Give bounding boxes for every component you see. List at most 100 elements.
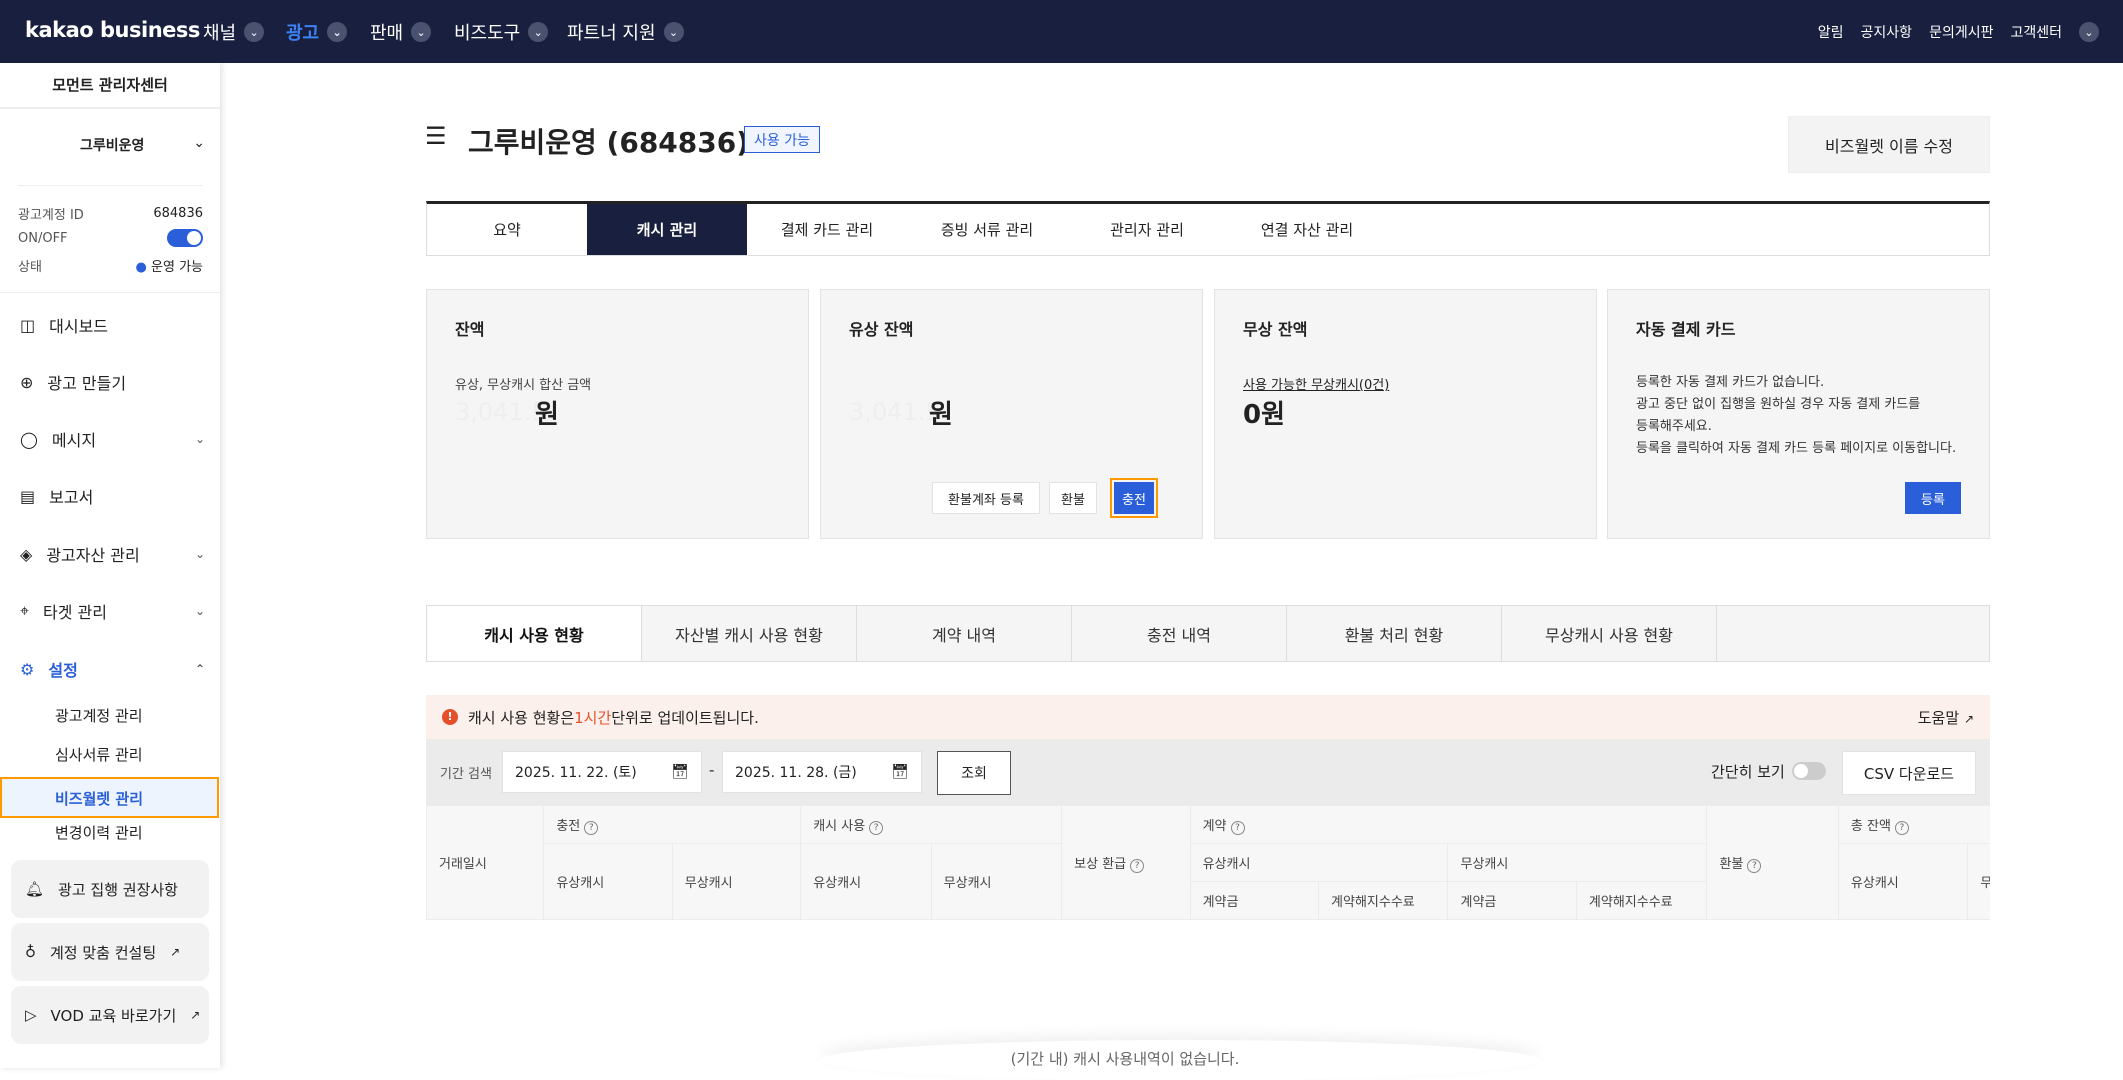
- top-navigation-bar: kakao business 채널 ⌄ 광고 ⌄ 판매 ⌄ 비즈도구 ⌄ 파트너 지원 ⌄…: [0, 0, 2123, 63]
- link-notifications[interactable]: 알림: [1818, 22, 1844, 42]
- nav-biztools[interactable]: 비즈도구 ⌄: [454, 19, 549, 45]
- subtab-contracts[interactable]: 계약 내역: [857, 606, 1072, 661]
- chevron-down-icon: ⌄: [663, 22, 684, 42]
- card-title: 유상 잔액: [849, 320, 914, 339]
- search-button[interactable]: 조회: [937, 751, 1011, 795]
- auto-payment-card: 자동 결제 카드 등록한 자동 결제 카드가 없습니다. 광고 중단 없이 집행을…: [1607, 289, 1990, 539]
- nav-partner[interactable]: 파트너 지원 ⌄: [567, 19, 684, 45]
- nav-label: 판매: [370, 23, 404, 44]
- help-icon[interactable]: ?: [584, 820, 599, 835]
- nav-ad[interactable]: 광고 ⌄: [286, 19, 348, 45]
- card-vod-education[interactable]: ▷ VOD 교육 바로가기 ↗: [11, 986, 209, 1044]
- menu-report[interactable]: ▤ 보고서: [20, 484, 205, 508]
- refund-button[interactable]: 환불: [1049, 482, 1097, 514]
- chevron-down-icon[interactable]: ⌄: [2079, 22, 2099, 42]
- account-id-label: 광고계정 ID: [18, 208, 84, 223]
- menu-message[interactable]: ◯ 메시지 ⌄: [20, 427, 205, 451]
- nav-label: 파트너 지원: [567, 23, 656, 44]
- external-link-icon: ↗: [190, 1008, 201, 1022]
- menu-target[interactable]: ⌖ 타겟 관리 ⌄: [20, 599, 205, 623]
- chevron-up-icon: ⌃: [194, 662, 205, 676]
- balance-card: 잔액 유상, 무상캐시 합산 금액 3,041.5 원: [426, 289, 809, 539]
- register-card-button[interactable]: 등록: [1905, 482, 1961, 514]
- menu-ad-assets[interactable]: ◈ 광고자산 관리 ⌄: [20, 542, 205, 566]
- subtab-charges[interactable]: 충전 내역: [1072, 606, 1287, 661]
- charge-button[interactable]: 충전: [1114, 482, 1154, 514]
- report-icon: ▤: [20, 486, 36, 506]
- calendar-icon[interactable]: 📅︎: [671, 764, 689, 780]
- account-selector[interactable]: 그루비운영 ⌄: [20, 135, 205, 155]
- simple-view-toggle[interactable]: [1792, 762, 1826, 780]
- lightbulb-icon: ♁: [25, 943, 36, 961]
- col-date: 거래일시: [426, 805, 545, 920]
- tab-cash-management[interactable]: 캐시 관리: [587, 204, 747, 255]
- tab-payment-card[interactable]: 결제 카드 관리: [747, 204, 907, 255]
- card-consulting[interactable]: ♁ 계정 맞춤 컨설팅 ↗: [11, 923, 209, 981]
- chevron-down-icon: ⌄: [194, 604, 205, 618]
- tab-admins[interactable]: 관리자 관리: [1067, 204, 1227, 255]
- col-charge-paid: 유상캐시: [543, 843, 673, 920]
- nav-sales[interactable]: 판매 ⌄: [370, 19, 432, 45]
- free-amount: 0원: [1243, 400, 1286, 430]
- menu-create-ad[interactable]: ⊕ 광고 만들기: [20, 370, 205, 394]
- start-date-input[interactable]: 2025. 11. 22. (토) 📅︎: [502, 751, 702, 793]
- help-icon[interactable]: ?: [1747, 858, 1762, 873]
- sidebar-title: 모먼트 관리자센터: [0, 63, 220, 109]
- auto-card-desc: 등록한 자동 결제 카드가 없습니다. 광고 중단 없이 집행을 원하실 경우 자…: [1636, 375, 1957, 456]
- nav-channel[interactable]: 채널 ⌄: [203, 19, 265, 45]
- filter-bar: 기간 검색 2025. 11. 22. (토) 📅︎ - 2025. 11. 28…: [426, 739, 1990, 805]
- help-link[interactable]: 도움말 ↗: [1918, 707, 1974, 728]
- help-icon[interactable]: ?: [869, 820, 884, 835]
- csv-download-button[interactable]: CSV 다운로드: [1842, 751, 1976, 795]
- subtab-free-cash[interactable]: 무상캐시 사용 현황: [1502, 606, 1717, 661]
- sub-tabs: 캐시 사용 현황 자산별 캐시 사용 현황 계약 내역 충전 내역 환불 처리 …: [426, 605, 1990, 662]
- help-icon[interactable]: ?: [1130, 858, 1145, 873]
- status-label: 상태: [18, 260, 42, 275]
- charge-button-highlight: 충전: [1110, 478, 1158, 518]
- submenu-review-docs[interactable]: 심사서류 관리: [55, 744, 143, 765]
- chevron-down-icon: ⌄: [244, 22, 265, 42]
- tab-linked-assets[interactable]: 연결 자산 관리: [1227, 204, 1387, 255]
- col-contract-paid: 유상캐시: [1189, 843, 1449, 882]
- menu-settings[interactable]: ⚙ 설정 ⌃: [20, 657, 205, 681]
- calendar-icon[interactable]: 📅︎: [891, 764, 909, 780]
- rename-wallet-button[interactable]: 비즈월렛 이름 수정: [1788, 116, 1990, 173]
- subtab-cash-usage[interactable]: 캐시 사용 현황: [427, 606, 642, 661]
- main-tabs: 요약 캐시 관리 결제 카드 관리 증빙 서류 관리 관리자 관리 연결 자산 …: [426, 201, 1990, 256]
- col-contract-free: 무상캐시: [1447, 843, 1708, 882]
- tab-summary[interactable]: 요약: [427, 204, 587, 255]
- col-use-paid: 유상캐시: [800, 843, 932, 920]
- layers-icon: ◈: [20, 544, 33, 564]
- col-paid-fee: 계약금: [1189, 881, 1320, 920]
- plus-circle-icon: ⊕: [20, 372, 34, 392]
- help-icon[interactable]: ?: [1230, 820, 1245, 835]
- submenu-ad-account[interactable]: 광고계정 관리: [55, 705, 143, 726]
- link-inquiry[interactable]: 문의게시판: [1929, 22, 1993, 42]
- register-refund-account-button[interactable]: 환불계좌 등록: [932, 482, 1040, 514]
- alert-icon: !: [442, 709, 458, 725]
- nav-label: 비즈도구: [454, 23, 521, 44]
- card-ad-recommendations[interactable]: 🔔︎ 광고 집행 권장사항: [11, 860, 209, 918]
- simple-view-label: 간단히 보기: [1711, 763, 1785, 781]
- chevron-down-icon: ⌄: [327, 22, 348, 42]
- menu-dashboard[interactable]: ◫ 대시보드: [20, 313, 205, 337]
- col-total-free: 무상캐: [1967, 843, 1990, 920]
- link-notices[interactable]: 공지사항: [1861, 22, 1913, 42]
- chevron-down-icon: ⌄: [411, 22, 432, 42]
- card-title: 무상 잔액: [1243, 320, 1308, 339]
- submenu-bizwallet-active[interactable]: 비즈월렛 관리: [0, 777, 219, 818]
- onoff-toggle[interactable]: [167, 229, 203, 247]
- subtab-refunds[interactable]: 환불 처리 현황: [1287, 606, 1502, 661]
- speech-bubble-icon: ◯: [20, 429, 38, 449]
- account-id-value: 684836: [153, 206, 203, 221]
- subtab-asset-usage[interactable]: 자산별 캐시 사용 현황: [642, 606, 857, 661]
- external-link-icon: ↗: [1963, 711, 1974, 726]
- kakao-business-logo[interactable]: kakao business: [25, 18, 200, 42]
- tab-documents[interactable]: 증빙 서류 관리: [907, 204, 1067, 255]
- available-free-cash-link[interactable]: 사용 가능한 무상캐시(0건): [1243, 374, 1389, 393]
- link-support[interactable]: 고객센터: [2010, 22, 2062, 42]
- end-date-input[interactable]: 2025. 11. 28. (금) 📅︎: [722, 751, 922, 793]
- submenu-history[interactable]: 변경이력 관리: [55, 822, 143, 843]
- list-icon[interactable]: ☰: [425, 122, 447, 150]
- help-icon[interactable]: ?: [1894, 820, 1909, 835]
